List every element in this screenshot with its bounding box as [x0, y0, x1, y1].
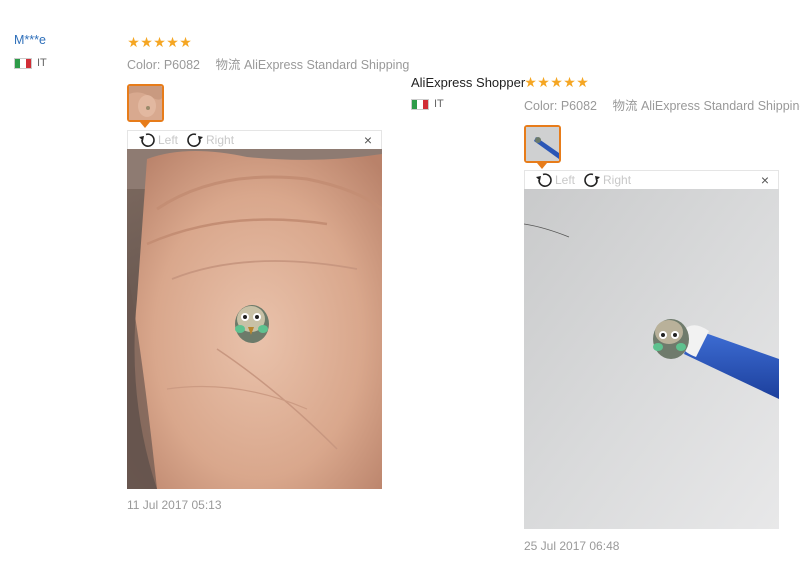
rotate-left-label: Left [158, 133, 179, 147]
rating-stars: ★ ★ ★ ★ ★ [524, 75, 589, 89]
rotate-left-label: Left [555, 173, 576, 187]
italy-flag-icon [411, 98, 429, 110]
rotate-right-label: Right [206, 133, 235, 147]
rotate-right-icon [187, 133, 204, 147]
image-viewer-toolbar: Left Right × [524, 170, 779, 189]
shipping-value: AliExpress Standard Shipping [640, 99, 800, 113]
rotate-right-button[interactable]: Right [583, 172, 631, 188]
thumbnail-pointer [140, 122, 150, 128]
rotate-left-button[interactable]: Left [138, 132, 178, 148]
star-icon: ★ [179, 34, 192, 50]
rotate-left-button[interactable]: Left [535, 172, 575, 188]
reviewer-country: IT [411, 98, 444, 110]
order-info: Color: P6082 物流 AliExpress Standard Ship… [524, 95, 800, 114]
star-icon: ★ [537, 74, 550, 90]
star-icon: ★ [166, 34, 179, 50]
order-info: Color: P6082 物流 AliExpress Standard Ship… [127, 54, 409, 73]
review-thumbnail[interactable] [127, 84, 164, 122]
color-label: Color: [524, 99, 558, 113]
shipping-label: 物流 [612, 99, 638, 113]
color-value: P6082 [560, 99, 597, 113]
review-date: 11 Jul 2017 05:13 [127, 498, 222, 512]
country-code: IT [434, 98, 444, 110]
shipping-label: 物流 [215, 58, 241, 72]
rotate-right-label: Right [603, 173, 632, 187]
star-icon: ★ [576, 74, 589, 90]
close-icon[interactable]: × [364, 132, 372, 148]
review-photo-hand [127, 149, 382, 489]
color-label: Color: [127, 58, 161, 72]
rotate-left-icon [536, 173, 552, 187]
rotate-right-button[interactable]: Right [186, 132, 234, 148]
color-value: P6082 [163, 58, 200, 72]
rotate-right-icon [584, 173, 601, 187]
star-icon: ★ [550, 74, 563, 90]
italy-flag-icon [14, 57, 32, 69]
rating-stars: ★ ★ ★ ★ ★ [127, 35, 192, 49]
image-viewer-toolbar: Left Right × [127, 130, 382, 149]
reviewer-name[interactable]: AliExpress Shopper [411, 75, 525, 90]
rotate-left-icon [139, 133, 155, 147]
star-icon: ★ [153, 34, 166, 50]
reviewer-country: IT [14, 57, 47, 69]
star-icon: ★ [563, 74, 576, 90]
star-icon: ★ [524, 74, 537, 90]
reviewer-name[interactable]: M***e [14, 33, 46, 47]
review-photo-pen [524, 189, 779, 529]
star-icon: ★ [140, 34, 153, 50]
thumbnail-pointer [537, 163, 547, 169]
review-thumbnail[interactable] [524, 125, 561, 163]
shipping-value: AliExpress Standard Shipping [243, 58, 410, 72]
country-code: IT [37, 57, 47, 69]
star-icon: ★ [127, 34, 140, 50]
close-icon[interactable]: × [761, 172, 769, 188]
review-date: 25 Jul 2017 06:48 [524, 539, 620, 553]
